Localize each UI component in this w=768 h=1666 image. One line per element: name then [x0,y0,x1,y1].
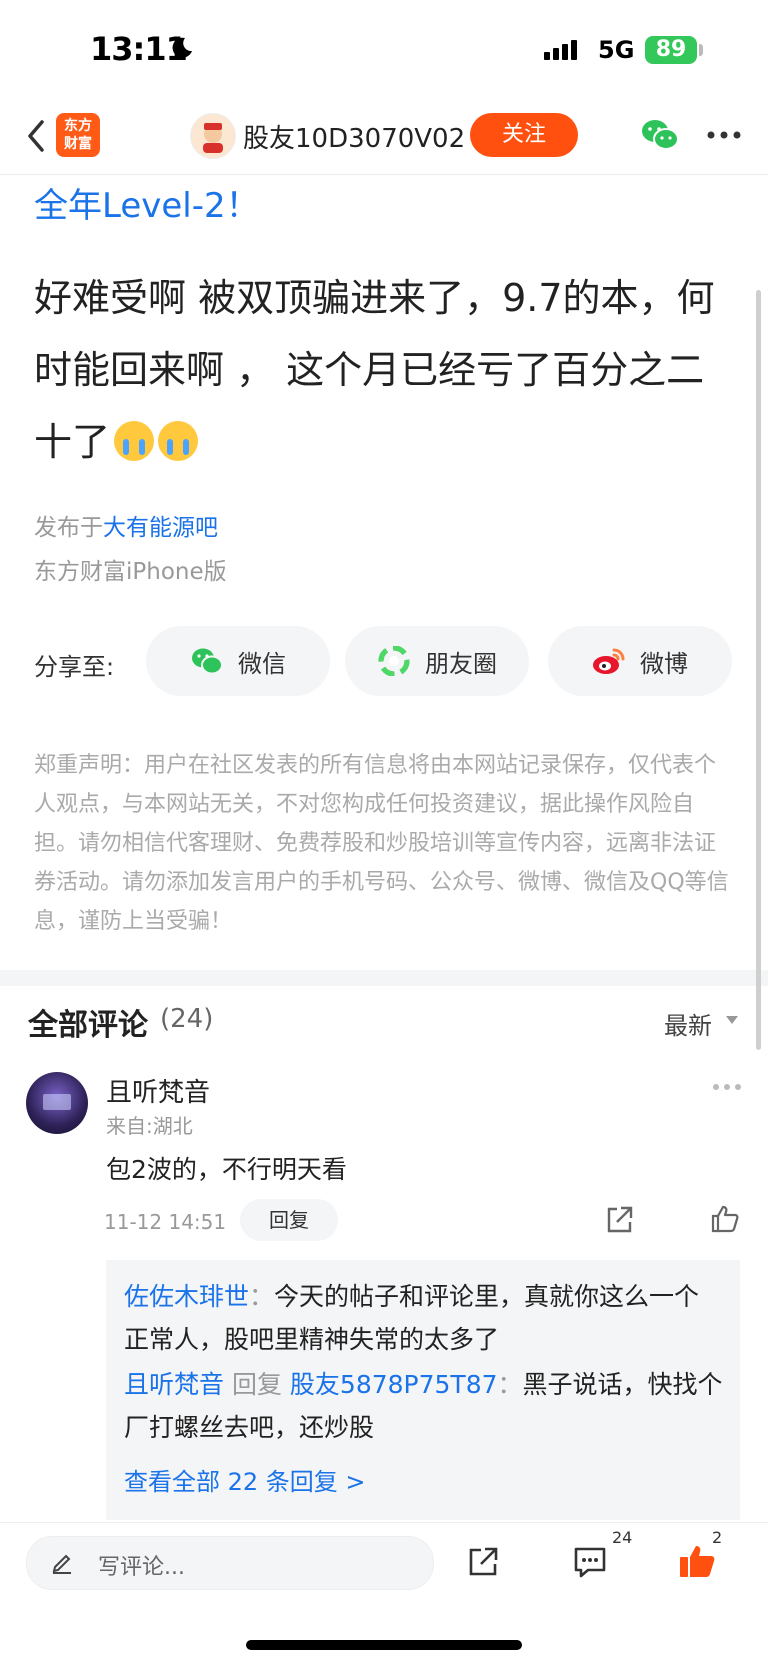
comment-time: 11-12 14:51 [104,1210,227,1234]
follow-button[interactable]: 关注 [470,113,578,157]
comment-input-placeholder[interactable]: 写评论... [98,1549,185,1581]
like-count-badge: 2 [712,1528,723,1547]
moon-icon [172,37,192,58]
reply-item: 且听梵音 回复 股友5878P75T87：黑子说话，快找个厂打螺丝去吧，还炒股 [124,1363,724,1449]
home-indicator[interactable] [246,1640,522,1650]
share-wechat-label: 微信 [238,649,286,678]
share-moments-button[interactable]: 朋友圈 [345,626,529,696]
forum-link[interactable]: 大有能源吧 [103,515,218,541]
level2-promo-link[interactable]: 全年Level-2！ [34,178,260,227]
post-content: 好难受啊 被双顶骗进来了，9.7的本，何时能回来啊 ， 这个月已经亏了百分之二十… [34,262,734,478]
reply-author[interactable]: 且听梵音 [124,1370,224,1399]
comment-count-badge: 24 [612,1528,633,1547]
crying-emoji-icon [158,421,199,461]
comment-input[interactable] [26,1536,434,1590]
weibo-icon [593,648,625,674]
share-moments-label: 朋友圈 [425,649,497,678]
network-type: 5G [598,36,635,64]
logo-line-1: 东方 [64,118,92,134]
published-in: 发布于大有能源吧 [34,508,218,542]
nav-divider [0,174,768,175]
crying-emoji-icon [114,421,155,461]
share-icon[interactable] [466,1545,500,1579]
chevron-down-icon[interactable] [726,1016,738,1024]
comment-text: 包2波的，不行明天看 [106,1155,347,1184]
battery-tip [699,44,703,56]
cellular-signal-icon [544,40,589,60]
sort-dropdown[interactable]: 最新 [664,1006,712,1041]
comment-more-icon[interactable] [712,1083,742,1091]
comment-icon[interactable] [572,1545,608,1579]
thumbs-up-filled-icon[interactable] [678,1543,716,1579]
published-prefix: 发布于 [34,515,103,541]
share-label: 分享至: [34,653,115,681]
reply-item: 佐佐木琲世：今天的帖子和评论里，真就你这么一个正常人，股吧里精神失常的太多了 [124,1275,724,1361]
author-avatar[interactable] [190,113,236,159]
reply-author[interactable]: 佐佐木琲世 [124,1282,249,1311]
pen-icon [52,1554,71,1574]
moments-icon [378,646,410,676]
comments-count: (24) [160,1004,214,1034]
more-options-icon[interactable] [706,130,742,140]
battery-indicator: 89 [645,36,697,64]
scrollbar[interactable] [756,290,761,1050]
client-source: 东方财富iPhone版 [34,559,227,585]
author-name[interactable]: 股友10D3070V02 [243,118,465,155]
comment-share-icon[interactable] [604,1205,634,1235]
view-all-replies-link[interactable]: 查看全部 22 条回复 > [124,1462,366,1497]
reply-separator: ： [497,1370,523,1399]
share-weibo-label: 微博 [640,649,688,678]
reply-button[interactable]: 回复 [240,1199,338,1241]
commenter-avatar[interactable] [26,1072,88,1134]
section-divider [0,970,768,986]
eastmoney-logo[interactable]: 东方 财富 [56,113,100,157]
commenter-name[interactable]: 且听梵音 [106,1072,210,1109]
wechat-share-icon[interactable] [640,118,680,152]
commenter-location: 来自:湖北 [106,1114,193,1138]
logo-line-2: 财富 [64,136,92,152]
share-wechat-button[interactable]: 微信 [146,626,330,696]
comments-title: 全部评论 [28,1008,148,1043]
thumbs-up-icon[interactable] [710,1204,740,1234]
disclaimer-text: 郑重声明：用户在社区发表的所有信息将由本网站记录保存，仅代表个人观点，与本网站无… [34,753,729,934]
back-arrow-icon[interactable] [22,116,52,156]
share-weibo-button[interactable]: 微博 [548,626,732,696]
wechat-icon [192,648,223,675]
reply-word: 回复 [224,1370,290,1399]
reply-target[interactable]: 股友5878P75T87 [290,1370,498,1399]
reply-separator: ： [249,1282,275,1311]
